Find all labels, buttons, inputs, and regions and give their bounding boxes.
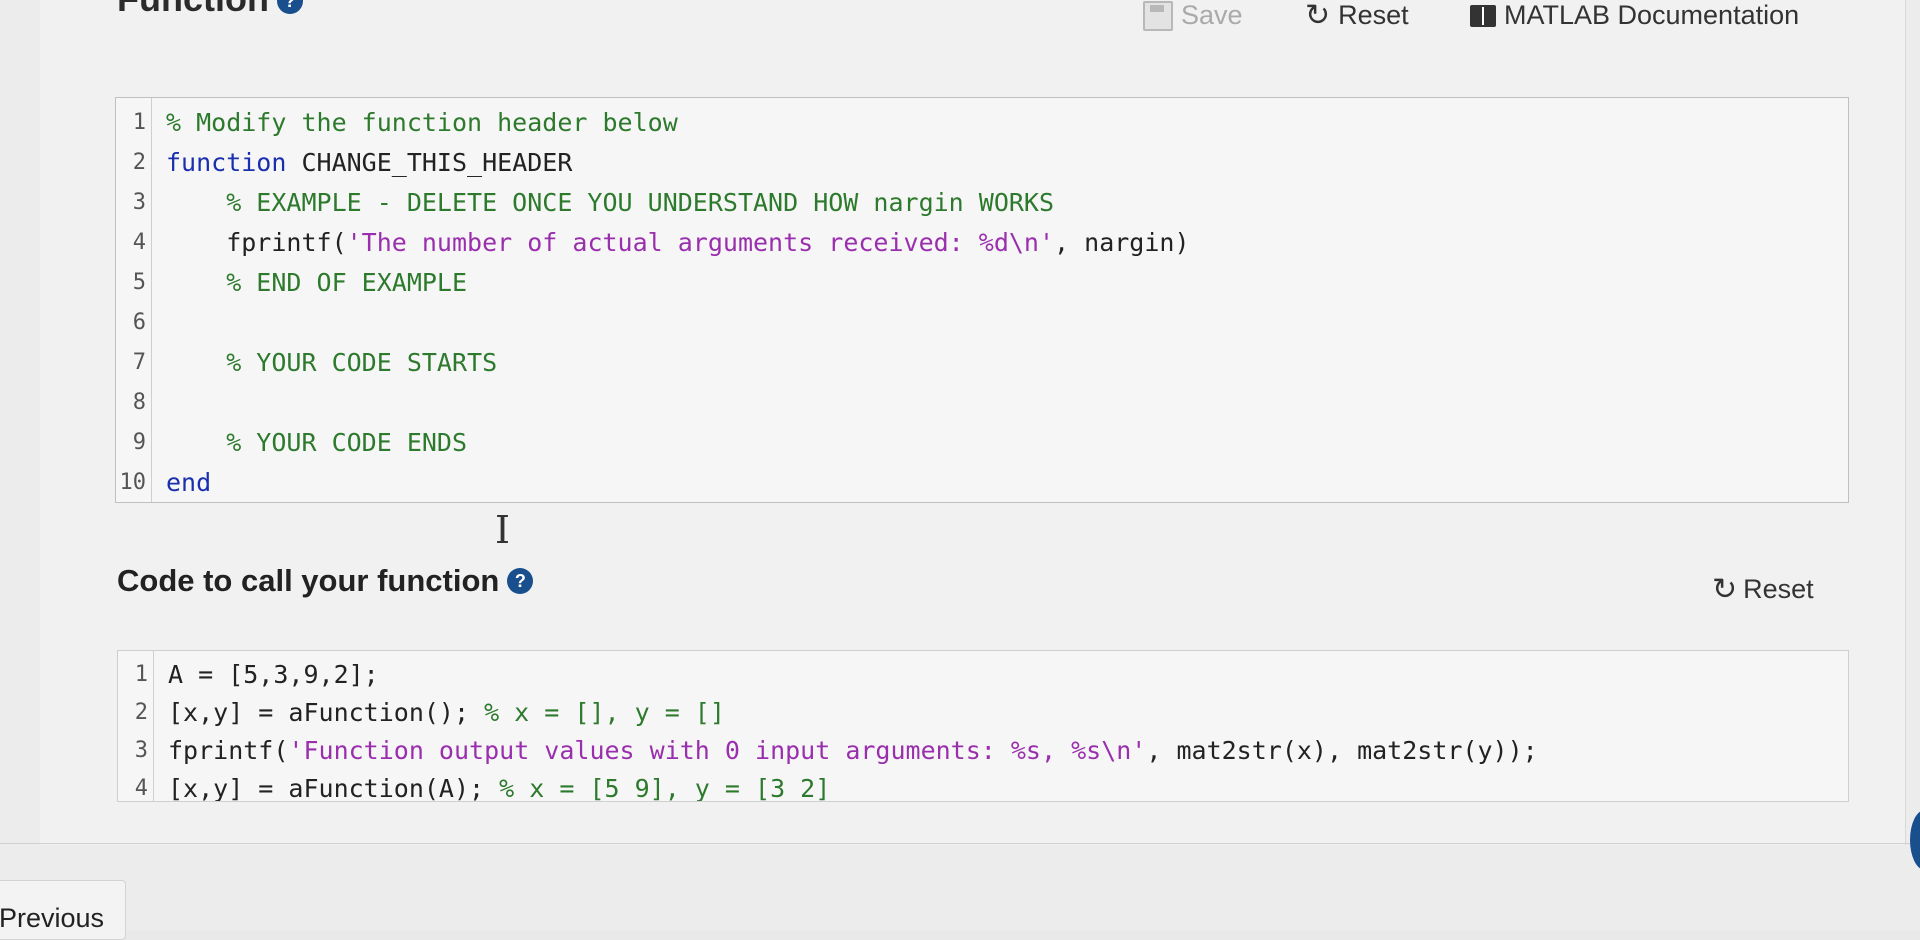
line-number: 3 — [134, 738, 148, 763]
call-section-title-text: Code to call your function — [117, 563, 500, 598]
code-line[interactable]: 2 function CHANGE_THIS_HEADER — [116, 143, 1848, 183]
line-number: 7 — [132, 350, 146, 375]
page: Function? Save ↻ Reset MATLAB Documentat… — [0, 0, 1920, 940]
code-token: % YOUR CODE ENDS — [166, 428, 468, 457]
call-section-title: Code to call your function? — [117, 563, 534, 599]
line-code: fprintf('Function output values with 0 i… — [168, 731, 1538, 771]
code-token: 'Function output values with 0 input arg… — [288, 736, 1147, 765]
reset-icon: ↻ — [1305, 0, 1331, 32]
call-reset-button[interactable]: ↻ Reset — [1712, 574, 1814, 605]
code-line[interactable]: 7 % YOUR CODE STARTS — [116, 343, 1848, 383]
line-number: 4 — [134, 776, 148, 801]
line-number: 4 — [132, 230, 146, 255]
line-code: % Modify the function header below — [166, 103, 678, 143]
line-number: 5 — [132, 270, 146, 295]
code-line[interactable]: 4 [x,y] = aFunction(A); % x = [5 9], y = … — [118, 769, 1848, 802]
code-token: % x = [], y = [] — [484, 698, 725, 727]
help-icon[interactable]: ? — [276, 0, 303, 15]
function-code-editor[interactable]: 1 % Modify the function header below 2 func… — [115, 97, 1849, 503]
divider — [0, 843, 1920, 844]
line-code: fprintf('The number of actual arguments … — [166, 223, 1190, 263]
code-line[interactable]: 9 % YOUR CODE ENDS — [116, 423, 1848, 463]
line-code: % EXAMPLE - DELETE ONCE YOU UNDERSTAND H… — [166, 183, 1054, 223]
code-line[interactable]: 1 % Modify the function header below — [116, 103, 1848, 143]
line-number: 10 — [119, 470, 147, 495]
code-token: % Modify the function header below — [166, 108, 678, 137]
previous-label: Previous — [0, 903, 105, 933]
line-code: % YOUR CODE STARTS — [166, 343, 497, 383]
line-number: 1 — [132, 110, 146, 135]
code-line[interactable]: 1 A = [5,3,9,2]; — [118, 655, 1848, 695]
code-token: , nargin) — [1054, 228, 1190, 257]
call-code-editor[interactable]: 1 A = [5,3,9,2]; 2 [x,y] = aFunction(); % x… — [117, 650, 1849, 802]
line-number: 8 — [132, 390, 146, 415]
code-token: % YOUR CODE STARTS — [166, 348, 498, 377]
section-title-text: Function — [117, 0, 269, 19]
reset-label: Reset — [1338, 0, 1409, 30]
text-cursor-icon: I — [495, 508, 511, 552]
code-token: % x = [5 9], y = [3 2] — [499, 774, 831, 802]
doc-label: MATLAB Documentation — [1504, 0, 1800, 30]
code-token: , mat2str(x), mat2str(y)); — [1146, 736, 1538, 765]
help-icon[interactable]: ? — [507, 568, 534, 594]
code-token: function — [166, 148, 287, 177]
edge-widget[interactable] — [1910, 810, 1920, 870]
code-token: % END OF EXAMPLE — [166, 268, 468, 297]
line-code: % END OF EXAMPLE — [166, 263, 467, 303]
code-token: [x,y] = aFunction(A); — [168, 774, 500, 802]
code-line[interactable]: 5 % END OF EXAMPLE — [116, 263, 1848, 303]
save-icon — [1143, 0, 1173, 31]
line-number: 1 — [134, 662, 148, 687]
code-token: 'The number of actual arguments received… — [346, 228, 1055, 257]
line-code: % YOUR CODE ENDS — [166, 423, 467, 463]
code-token: fprintf( — [166, 228, 347, 257]
line-number: 9 — [132, 430, 146, 455]
code-line[interactable]: 2 [x,y] = aFunction(); % x = [], y = [] — [118, 693, 1848, 733]
line-code: A = [5,3,9,2]; — [168, 655, 379, 695]
code-token: fprintf( — [168, 736, 289, 765]
code-line[interactable]: 3 % EXAMPLE - DELETE ONCE YOU UNDERSTAND… — [116, 183, 1848, 223]
code-token: A = [5,3,9,2]; — [168, 660, 379, 689]
code-line[interactable]: 4 fprintf('The number of actual argument… — [116, 223, 1848, 263]
reset-icon: ↻ — [1712, 572, 1738, 606]
code-token: [x,y] = aFunction(); — [168, 698, 485, 727]
save-label: Save — [1181, 0, 1243, 30]
section-title: Function? — [117, 0, 303, 20]
code-line[interactable]: 3 fprintf('Function output values with 0 … — [118, 731, 1848, 771]
line-code: end — [166, 463, 211, 503]
code-line[interactable]: 6 — [116, 303, 1848, 343]
line-code: function CHANGE_THIS_HEADER — [166, 143, 572, 183]
line-number: 2 — [134, 700, 148, 725]
code-token: end — [166, 468, 212, 497]
line-number: 3 — [132, 190, 146, 215]
matlab-documentation-button[interactable]: MATLAB Documentation — [1470, 0, 1799, 31]
call-reset-label: Reset — [1743, 574, 1814, 604]
code-token: % EXAMPLE - DELETE ONCE YOU UNDERSTAND H… — [166, 188, 1055, 217]
line-code: [x,y] = aFunction(A); % x = [5 9], y = [… — [168, 769, 831, 802]
code-line[interactable]: 10 end — [116, 463, 1848, 503]
save-button[interactable]: Save — [1143, 0, 1243, 31]
reset-button[interactable]: ↻ Reset — [1305, 0, 1409, 31]
code-token: CHANGE_THIS_HEADER — [286, 148, 573, 177]
code-line[interactable]: 8 — [116, 383, 1848, 423]
line-number: 6 — [132, 310, 146, 335]
book-icon — [1470, 4, 1496, 27]
line-code: [x,y] = aFunction(); % x = [], y = [] — [168, 693, 725, 733]
line-number: 2 — [132, 150, 146, 175]
previous-button[interactable]: Previous — [0, 880, 126, 940]
